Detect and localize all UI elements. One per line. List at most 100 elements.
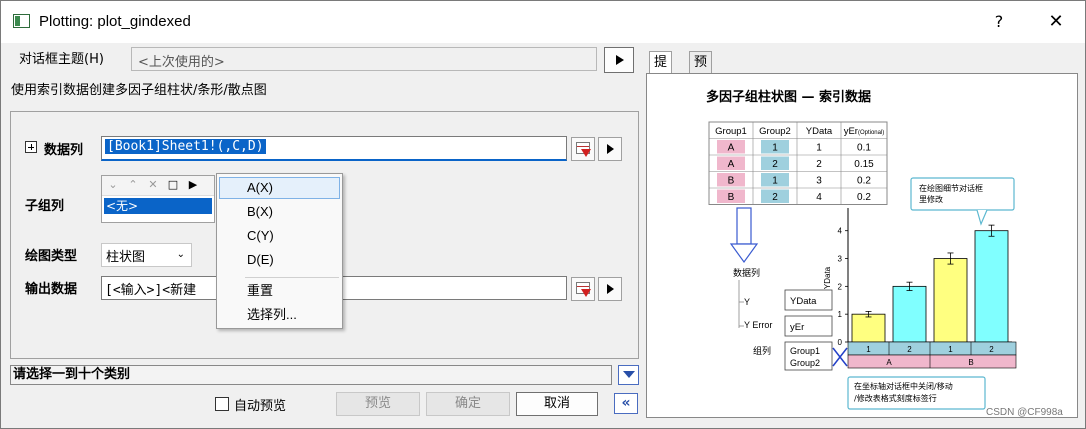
bar	[933, 258, 968, 343]
remove-icon[interactable]: ✕	[146, 178, 160, 192]
column-picker-button[interactable]	[571, 137, 595, 161]
data-column-value: [Book1]Sheet1!(,C,D)	[105, 139, 266, 154]
watermark: CSDN @CF998a	[986, 407, 1063, 418]
theme-combo[interactable]: <上次使用的>	[131, 47, 597, 71]
red-arrow-icon	[581, 149, 591, 157]
tab-preview[interactable]: 预览	[689, 51, 713, 92]
table-cell: 0.15	[854, 159, 874, 170]
status-message: 请选择一到十个类别	[10, 365, 612, 385]
tab-hint[interactable]: 提示	[649, 51, 673, 92]
menu-item-d[interactable]: D(E)	[219, 249, 340, 271]
hint-diagram: Group1 Group2 YData yEr(Optional)A 1 1 0.1A 2 2 0…	[708, 121, 1017, 410]
callout-top-text: 里修改	[919, 194, 943, 204]
table-cell: 0.1	[857, 143, 871, 154]
subgroup-toolbar: ⌄ ⌃ ✕ □ ▶	[102, 176, 214, 196]
index-table: Group1 Group2 YData yEr(Optional)A 1 1 0.1A 2 2 0…	[708, 121, 888, 205]
plot-type-label: 绘图类型	[25, 249, 78, 264]
group-box-2: Group2	[790, 358, 820, 368]
group-label: B	[968, 358, 973, 367]
callout-bottom-text: /修改表格式刻度标签行	[854, 393, 937, 403]
subgroup-label: 子组列	[25, 199, 65, 214]
help-button[interactable]: ?	[985, 9, 1013, 35]
mapping-legend: 数据列 Y Y Error 组列 YData yEr Group1 Group2	[733, 267, 833, 371]
table-cell: 0.2	[857, 176, 871, 187]
title-bar: Plotting: plot_gindexed ? ✕	[1, 1, 1085, 43]
menu-separator	[245, 277, 339, 278]
window-title: Plotting: plot_gindexed	[39, 13, 191, 30]
menu-item-c[interactable]: C(Y)	[219, 225, 340, 247]
table-cell: 1	[772, 143, 778, 154]
x-tick-label: 2	[907, 345, 912, 354]
move-up-icon[interactable]: ⌃	[126, 178, 140, 192]
menu-item-b[interactable]: B(X)	[219, 201, 340, 223]
y-tick-label: 4	[838, 227, 843, 236]
y-tick-label: 1	[838, 310, 843, 319]
context-menu: A(X) B(X) C(Y) D(E) 重置 选择列...	[216, 173, 343, 329]
legend-y: Y	[744, 297, 750, 307]
output-picker-button[interactable]	[571, 277, 595, 301]
ydata-box: YData	[790, 296, 817, 307]
table-cell: 1	[816, 143, 822, 154]
y-tick-label: 3	[838, 255, 843, 264]
y-tick-label: 0	[838, 338, 843, 347]
menu-item-select-columns[interactable]: 选择列...	[219, 304, 340, 326]
subgroup-list[interactable]: ⌄ ⌃ ✕ □ ▶ <无>	[101, 175, 215, 223]
theme-menu-button[interactable]	[604, 47, 634, 73]
group-box-1: Group1	[790, 346, 820, 356]
menu-item-a[interactable]: A(X)	[219, 177, 340, 199]
auto-preview-checkbox[interactable]	[215, 397, 229, 411]
plot-type-select[interactable]: 柱状图 ⌄	[101, 243, 192, 267]
dialog-window: Plotting: plot_gindexed ? ✕ 对话框主题(H) <上次…	[0, 0, 1086, 429]
move-down-icon[interactable]: ⌄	[106, 178, 120, 192]
status-expand-button[interactable]	[618, 365, 639, 385]
chevron-down-icon: ⌄	[176, 249, 185, 260]
table-cell: B	[728, 176, 735, 187]
group-label: A	[886, 358, 892, 367]
legend-data-col: 数据列	[733, 267, 760, 279]
bar-chart: 0 1 2 3 4 YData 1 2 1 2 A B	[823, 208, 1017, 369]
data-column-input[interactable]: [Book1]Sheet1!(,C,D)	[101, 136, 567, 161]
x-tick-label: 2	[989, 345, 994, 354]
preview-button[interactable]: 预览	[336, 392, 420, 416]
output-menu-button[interactable]	[598, 277, 622, 301]
theme-label: 对话框主题(H)	[19, 52, 104, 67]
table-cell: A	[728, 143, 735, 154]
dialog-description: 使用索引数据创建多因子组柱状/条形/散点图	[11, 83, 267, 98]
subgroup-item[interactable]: <无>	[104, 198, 212, 214]
callout-bottom-text: 在坐标轴对话框中关闭/移动	[854, 381, 953, 391]
callout-top-text: 在绘图细节对话框	[919, 183, 983, 193]
y-axis-label: YData	[823, 266, 832, 289]
table-cell: 2	[772, 159, 778, 170]
x-tick-label: 1	[866, 345, 871, 354]
menu-item-reset[interactable]: 重置	[219, 280, 340, 302]
data-column-label: 数据列	[44, 143, 84, 158]
table-cell: A	[728, 159, 735, 170]
table-cell: 2	[772, 192, 778, 203]
output-label: 输出数据	[25, 282, 78, 297]
ok-button[interactable]: 确定	[426, 392, 510, 416]
data-column-menu-button[interactable]	[598, 137, 622, 161]
bar	[851, 313, 886, 343]
collapse-button[interactable]: «	[614, 393, 638, 414]
legend-group-col: 组列	[753, 345, 771, 357]
expand-icon[interactable]	[25, 141, 37, 153]
bar	[892, 285, 927, 343]
legend-yerror: Y Error	[744, 320, 772, 330]
table-cell: 4	[816, 192, 822, 203]
table-cell: B	[728, 192, 735, 203]
close-button[interactable]: ✕	[1041, 9, 1071, 35]
plot-type-value: 柱状图	[106, 250, 146, 265]
yer-box: yEr	[790, 322, 804, 333]
bar	[974, 230, 1009, 343]
add-icon[interactable]: ▶	[186, 178, 200, 192]
app-icon	[13, 14, 30, 28]
hint-panel: 多因子组柱状图 — 索引数据 Group1 Group2 YData yEr(Opti…	[646, 73, 1078, 418]
table-cell: 1	[772, 176, 778, 187]
clear-icon[interactable]: □	[166, 178, 180, 192]
auto-preview-label: 自动预览	[234, 399, 287, 414]
arrow-down	[729, 207, 759, 264]
table-header: Group1	[715, 126, 747, 137]
cancel-button[interactable]: 取消	[516, 392, 598, 416]
y-tick-label: 2	[838, 282, 843, 291]
x-tick-label: 1	[948, 345, 953, 354]
